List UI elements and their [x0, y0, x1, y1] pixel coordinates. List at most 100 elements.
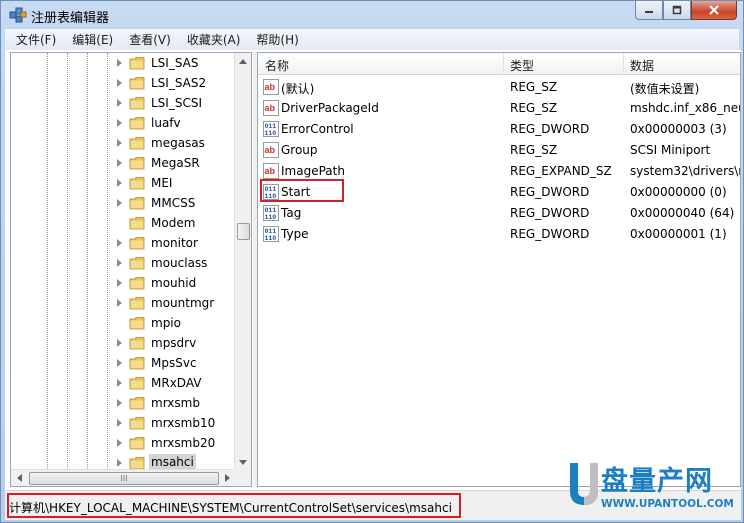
svg-text:011: 011 — [265, 123, 277, 130]
tree-item-label: mrxsmb20 — [151, 436, 216, 450]
tree-item[interactable]: megasas — [11, 133, 236, 153]
tree-item[interactable]: mpsdrv — [11, 333, 236, 353]
folder-icon — [129, 177, 145, 190]
value-data: system32\drivers\msahci.sys — [630, 164, 740, 178]
tree-item[interactable]: Modem — [11, 213, 236, 233]
tree-item[interactable]: MMCSS — [11, 193, 236, 213]
value-name: Type — [281, 227, 309, 241]
tree-item[interactable]: mpio — [11, 313, 236, 333]
expand-arrow-icon[interactable] — [117, 199, 122, 207]
value-row[interactable]: ab DriverPackageId REG_SZ mshdc.inf_x86_neu… — [258, 98, 740, 119]
column-header-name[interactable]: 名称 — [265, 57, 289, 74]
svg-text:110: 110 — [265, 130, 277, 137]
value-row[interactable]: 011 110 Type REG_DWORD 0x00000001 (1) — [258, 224, 740, 245]
folder-icon — [129, 77, 145, 90]
tree-item[interactable]: MEI — [11, 173, 236, 193]
svg-text:ab: ab — [265, 103, 276, 113]
folder-icon — [129, 217, 145, 230]
tree-vscroll-thumb[interactable] — [237, 223, 250, 240]
folder-icon — [129, 197, 145, 210]
tree-item[interactable]: mouclass — [11, 253, 236, 273]
maximize-button[interactable] — [663, 1, 691, 20]
expand-arrow-icon[interactable] — [117, 439, 122, 447]
tree-item-label: MMCSS — [151, 196, 196, 210]
tree-item-label: LSI_SAS2 — [151, 76, 207, 90]
tree-item[interactable]: LSI_SAS2 — [11, 73, 236, 93]
tree-item-label: mpio — [151, 316, 181, 330]
expand-arrow-icon[interactable] — [117, 379, 122, 387]
menu-favorites[interactable]: 收藏夹(A) — [176, 31, 246, 48]
tree-item[interactable]: mrxsmb — [11, 393, 236, 413]
expand-arrow-icon[interactable] — [117, 239, 122, 247]
value-row[interactable]: 011 110 ErrorControl REG_DWORD 0x00000003 (3… — [258, 119, 740, 140]
scroll-down-icon[interactable] — [239, 460, 247, 465]
value-row[interactable]: ab Group REG_SZ SCSI Miniport — [258, 140, 740, 161]
value-type: REG_DWORD — [510, 185, 590, 199]
scroll-left-icon[interactable] — [17, 474, 22, 482]
menu-file[interactable]: 文件(F) — [5, 31, 61, 48]
folder-icon — [129, 237, 145, 250]
tree-item[interactable]: mrxsmb20 — [11, 433, 236, 453]
expand-arrow-icon[interactable] — [117, 99, 122, 107]
tree-item-label: mouhid — [151, 276, 197, 290]
expand-arrow-icon[interactable] — [117, 59, 122, 67]
scroll-up-icon[interactable] — [239, 59, 247, 64]
column-header-type[interactable]: 类型 — [510, 57, 534, 74]
registry-key-tree[interactable]: LSI_SAS LSI_SAS2 LSI_SCSIluafv megasas MegaS… — [10, 52, 252, 487]
expand-arrow-icon[interactable] — [117, 119, 122, 127]
tree-item[interactable]: mouhid — [11, 273, 236, 293]
expand-arrow-icon[interactable] — [117, 159, 122, 167]
expand-arrow-icon[interactable] — [117, 459, 122, 467]
value-type: REG_SZ — [510, 80, 558, 94]
expand-arrow-icon[interactable] — [117, 339, 122, 347]
expand-arrow-icon[interactable] — [117, 299, 122, 307]
tree-item[interactable]: mrxsmb10 — [11, 413, 236, 433]
registry-values-list[interactable]: 名称 类型 数据 ab (默认) REG_SZ (数值未设置) ab DriverPack… — [257, 52, 741, 487]
menu-edit[interactable]: 编辑(E) — [61, 31, 118, 48]
menu-view[interactable]: 查看(V) — [118, 31, 176, 48]
tree-item[interactable]: LSI_SAS — [11, 53, 236, 73]
maximize-icon — [672, 5, 682, 15]
tree-item[interactable]: MegaSR — [11, 153, 236, 173]
close-button[interactable] — [691, 1, 737, 20]
tree-item[interactable]: LSI_SCSI — [11, 93, 236, 113]
tree-item-label: MEI — [151, 176, 173, 190]
tree-item-label: mpsdrv — [151, 336, 197, 350]
window-title: 注册表编辑器 — [31, 11, 110, 26]
tree-item-label: mrxsmb — [151, 396, 200, 410]
svg-text:110: 110 — [265, 214, 277, 221]
value-name: ErrorControl — [281, 122, 354, 136]
menu-help[interactable]: 帮助(H) — [245, 31, 303, 48]
expand-arrow-icon[interactable] — [117, 419, 122, 427]
value-data: 0x00000040 (64) — [630, 206, 735, 220]
value-row[interactable]: 011 110 Tag REG_DWORD 0x00000040 (64) — [258, 203, 740, 224]
tree-item-label: LSI_SCSI — [151, 96, 202, 110]
scroll-right-icon[interactable] — [225, 474, 230, 482]
expand-arrow-icon[interactable] — [117, 399, 122, 407]
tree-horizontal-scrollbar[interactable]: III — [11, 469, 236, 486]
tree-item[interactable]: monitor — [11, 233, 236, 253]
close-icon — [709, 5, 719, 15]
minimize-button[interactable] — [635, 1, 663, 20]
expand-arrow-icon[interactable] — [117, 79, 122, 87]
tree-hscroll-thumb[interactable]: III — [29, 472, 219, 485]
tree-item[interactable]: MpsSvc — [11, 353, 236, 373]
tree-item[interactable]: MRxDAV — [11, 373, 236, 393]
registry-editor-icon — [9, 7, 27, 23]
title-bar[interactable]: 注册表编辑器 — [1, 1, 743, 29]
tree-item[interactable]: mountmgr — [11, 293, 236, 313]
tree-item-label: monitor — [151, 236, 198, 250]
expand-arrow-icon[interactable] — [117, 259, 122, 267]
expand-arrow-icon[interactable] — [117, 279, 122, 287]
tree-vertical-scrollbar[interactable] — [234, 53, 251, 471]
tree-item[interactable]: luafv — [11, 113, 236, 133]
client-area: LSI_SAS LSI_SAS2 LSI_SCSIluafv megasas MegaS… — [5, 50, 741, 520]
column-header-data[interactable]: 数据 — [630, 57, 654, 74]
expand-arrow-icon[interactable] — [117, 139, 122, 147]
expand-arrow-icon[interactable] — [117, 359, 122, 367]
svg-text:ab: ab — [265, 145, 276, 155]
folder-icon — [129, 97, 145, 110]
value-row[interactable]: ab (默认) REG_SZ (数值未设置) — [258, 77, 740, 98]
expand-arrow-icon[interactable] — [117, 179, 122, 187]
value-data: 0x00000001 (1) — [630, 227, 727, 241]
